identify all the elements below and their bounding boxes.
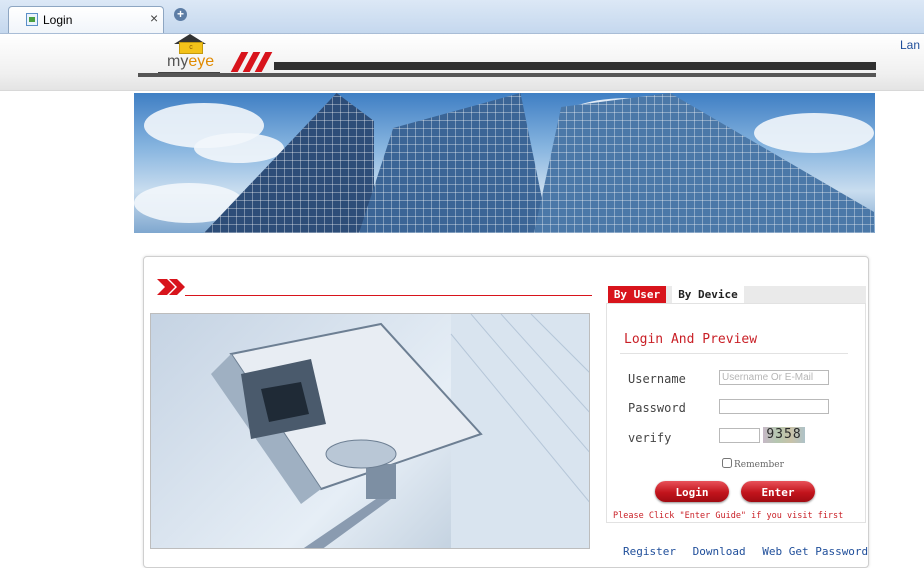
logo-text-eye: eye [188, 53, 215, 70]
captcha-image[interactable]: 9358 [763, 427, 805, 443]
form-divider [620, 353, 848, 354]
footer-links: Register Download Web Get Password [623, 545, 878, 558]
verify-code-input[interactable] [719, 428, 760, 443]
tab-by-user[interactable]: By User [608, 286, 666, 303]
browser-tab-title: Login [43, 13, 73, 27]
browser-tab-strip: Login × + [0, 0, 924, 34]
logo-text-my: my [167, 53, 189, 70]
header-rule [138, 73, 876, 77]
register-link[interactable]: Register [623, 545, 676, 558]
remember-label: Remember [734, 460, 784, 470]
language-link[interactable]: Lan [900, 38, 920, 52]
header-dark-bar [274, 62, 876, 70]
username-label: Username [628, 372, 686, 386]
browser-tab-login[interactable]: Login × [8, 6, 164, 33]
username-input[interactable] [719, 370, 829, 385]
web-get-password-link[interactable]: Web Get Password [762, 545, 868, 558]
verify-label: verify [628, 431, 672, 445]
first-visit-hint: Please Click "Enter Guide" if you visit … [613, 511, 844, 521]
download-link[interactable]: Download [693, 545, 746, 558]
section-rule [185, 295, 592, 296]
form-title: Login And Preview [624, 332, 758, 347]
myeye-logo: c myeye [150, 34, 220, 78]
logo-text: myeye [167, 53, 214, 71]
page-favicon-icon [26, 13, 38, 26]
password-input[interactable] [719, 399, 829, 414]
login-button[interactable]: Login [655, 481, 729, 502]
password-label: Password [628, 401, 686, 415]
new-tab-icon[interactable]: + [174, 8, 187, 21]
remember-checkbox[interactable] [722, 458, 732, 468]
section-arrow-icon [157, 279, 185, 295]
tab-by-device[interactable]: By Device [672, 286, 744, 303]
close-icon[interactable]: × [150, 11, 158, 25]
security-camera-image [150, 313, 590, 549]
site-header: c myeye Lan [0, 34, 924, 91]
remember-checkbox-label[interactable]: Remember [722, 458, 784, 470]
enter-guide-button[interactable]: Enter Guide [741, 481, 815, 520]
banner-image [134, 93, 875, 233]
